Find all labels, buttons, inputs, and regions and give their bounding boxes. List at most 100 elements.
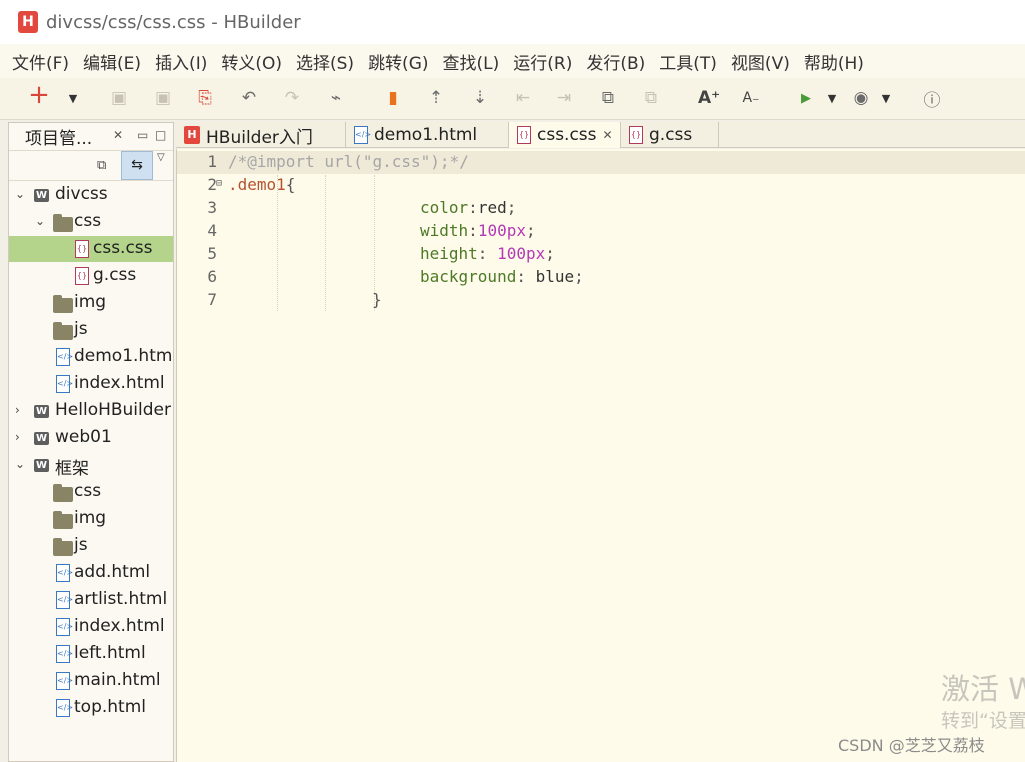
css-file-icon: {} xyxy=(517,126,531,144)
project-icon: W xyxy=(34,405,49,418)
tree-item-label: add.html xyxy=(74,562,151,582)
code-line-5: height: 100px; xyxy=(420,244,555,263)
run-icon[interactable]: ▶ xyxy=(795,87,817,109)
chevron-right-icon[interactable]: › xyxy=(15,403,20,417)
dropdown-caret-icon[interactable]: ▼ xyxy=(66,87,80,109)
code-editor[interactable]: 1 2 ⊟ 3 4 5 6 7 /*@import url("g.css");*… xyxy=(176,149,1025,762)
save-all-icon[interactable]: ▣ xyxy=(152,87,174,109)
panel-header: 项目管... ✕ ▭ □ xyxy=(9,123,173,151)
bookmark-icon[interactable]: ▮ xyxy=(382,87,404,109)
html-file-icon: </> xyxy=(56,375,73,393)
save-as-icon[interactable]: ⎘ xyxy=(194,87,216,109)
tree-item[interactable]: › W HelloHBuilder xyxy=(9,398,173,424)
line-number: 2 xyxy=(207,175,217,194)
menu-find[interactable]: 查找(L) xyxy=(443,49,500,74)
tree-item[interactable]: ⌄ Wdivcss xyxy=(9,182,173,208)
tab-hbuilder-intro[interactable]: H HBuilder入门 xyxy=(176,122,346,148)
font-decrease-icon[interactable]: A₋ xyxy=(740,87,762,109)
chevron-down-icon[interactable]: ⌄ xyxy=(15,457,25,471)
chevron-down-icon[interactable]: ⌄ xyxy=(35,214,45,228)
tree-item[interactable]: </> index.html xyxy=(9,371,173,397)
tree-item[interactable]: </> index.html xyxy=(9,614,173,640)
expand-icon[interactable]: ⇥ xyxy=(553,87,575,109)
menu-publish[interactable]: 发行(B) xyxy=(586,49,645,74)
folder-icon xyxy=(53,511,73,529)
menu-file[interactable]: 文件(F) xyxy=(12,49,69,74)
tree-item[interactable]: ⌄ W 框架 xyxy=(9,452,173,478)
tree-item[interactable]: {} g.css xyxy=(9,263,173,289)
link-editor-icon[interactable]: ⇆ xyxy=(121,151,153,180)
tab-css-css[interactable]: {} css.css ✕ xyxy=(509,122,621,148)
project-icon: W xyxy=(34,459,49,472)
tab-g-css[interactable]: {} g.css xyxy=(621,122,719,148)
close-tab-icon[interactable]: ✕ xyxy=(603,128,613,142)
html-file-icon: </> xyxy=(56,699,73,717)
info-icon[interactable]: ⓘ xyxy=(921,87,943,111)
collapse-icon[interactable]: ⇤ xyxy=(512,87,534,109)
tree-item-label: web01 xyxy=(55,427,112,447)
tree-item[interactable]: ⌄ css xyxy=(9,209,173,235)
menu-view[interactable]: 视图(V) xyxy=(731,49,790,74)
tree-item[interactable]: css xyxy=(9,479,173,505)
format-icon[interactable]: ⌁ xyxy=(325,87,347,109)
chevron-down-icon[interactable]: ⌄ xyxy=(15,187,25,201)
tree-item-label: js xyxy=(74,535,88,555)
tree-item[interactable]: </> main.html xyxy=(9,668,173,694)
tree-item[interactable]: </> artlist.html xyxy=(9,587,173,613)
tree-item[interactable]: </> left.html xyxy=(9,641,173,667)
minimize-icon[interactable]: ▭ xyxy=(137,128,148,142)
menu-escape[interactable]: 转义(O) xyxy=(221,49,282,74)
html-file-icon: </> xyxy=(354,126,371,144)
tree-item[interactable]: js xyxy=(9,317,173,343)
dropdown-caret-icon[interactable]: ▼ xyxy=(879,87,893,109)
menu-help[interactable]: 帮助(H) xyxy=(804,49,864,74)
tree-item[interactable]: › Wweb01 xyxy=(9,425,173,451)
tab-demo1-html[interactable]: </> demo1.html xyxy=(346,122,509,148)
indent-guide xyxy=(277,175,278,311)
tree-item[interactable]: {} css.css xyxy=(9,236,173,262)
undo-icon[interactable]: ↶ xyxy=(238,87,260,109)
window-title: divcss/css/css.css - HBuilder xyxy=(46,11,301,33)
title-bar: H divcss/css/css.css - HBuilder xyxy=(0,0,1025,44)
dropdown-caret-icon[interactable]: ▼ xyxy=(825,87,839,109)
tree-item-label: img xyxy=(74,508,107,528)
fold-icon[interactable]: ⊟ xyxy=(216,178,222,189)
project-manager-panel: 项目管... ✕ ▭ □ ⧉ ⇆ ▽ ⌄ Wdivcss ⌄ css {} css.css… xyxy=(8,122,174,762)
code-line-6: background: blue; xyxy=(420,267,584,286)
copy-line-icon[interactable]: ⧉ xyxy=(597,87,619,109)
move-down-icon[interactable]: ⇣ xyxy=(469,87,491,109)
tree-item[interactable]: </> top.html xyxy=(9,695,173,721)
tree-item-label: demo1.htm xyxy=(74,346,173,366)
font-increase-icon[interactable]: A⁺ xyxy=(698,87,720,109)
menu-edit[interactable]: 编辑(E) xyxy=(83,49,141,74)
collapse-all-icon[interactable]: ⧉ xyxy=(97,158,106,173)
tree-item[interactable]: img xyxy=(9,290,173,316)
menu-insert[interactable]: 插入(I) xyxy=(155,49,207,74)
folder-icon xyxy=(53,214,73,232)
tree-item[interactable]: img xyxy=(9,506,173,532)
tree-item[interactable]: </> demo1.htm xyxy=(9,344,173,370)
close-icon[interactable]: ✕ xyxy=(113,128,123,142)
browser-icon[interactable]: ◉ xyxy=(850,87,872,109)
tree-item[interactable]: </> add.html xyxy=(9,560,173,586)
move-up-icon[interactable]: ⇡ xyxy=(425,87,447,109)
chevron-right-icon[interactable]: › xyxy=(15,430,20,444)
tree-item-label: index.html xyxy=(74,616,165,636)
folder-icon xyxy=(53,322,73,340)
css-file-icon: {} xyxy=(629,126,643,144)
save-icon[interactable]: ▣ xyxy=(108,87,130,109)
toolbar: + ▼ ▣ ▣ ⎘ ↶ ↷ ⌁ ▮ ⇡ ⇣ ⇤ ⇥ ⧉ ⧉ A⁺ A₋ ▶ ▼ … xyxy=(0,78,1025,120)
menu-goto[interactable]: 跳转(G) xyxy=(368,49,428,74)
paste-line-icon[interactable]: ⧉ xyxy=(640,87,662,109)
tree-item[interactable]: js xyxy=(9,533,173,559)
html-file-icon: </> xyxy=(56,591,73,609)
redo-icon[interactable]: ↷ xyxy=(281,87,303,109)
add-icon[interactable]: + xyxy=(28,80,50,110)
tree-item-label: css xyxy=(74,211,102,231)
menu-select[interactable]: 选择(S) xyxy=(296,49,354,74)
view-menu-caret-icon[interactable]: ▽ xyxy=(157,152,165,163)
maximize-icon[interactable]: □ xyxy=(155,128,166,142)
line-number: 4 xyxy=(207,221,217,240)
menu-tools[interactable]: 工具(T) xyxy=(659,49,717,74)
menu-run[interactable]: 运行(R) xyxy=(513,49,572,74)
